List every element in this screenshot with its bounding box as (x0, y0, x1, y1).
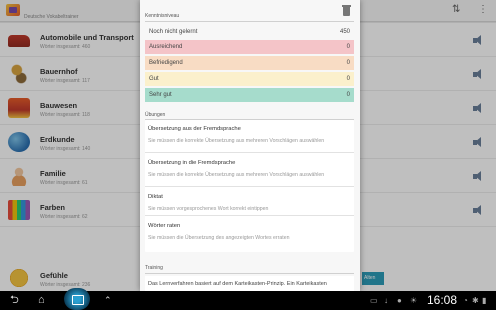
battery-icon: ▮ (482, 296, 487, 305)
home-icon[interactable]: ⌂ (38, 294, 45, 306)
level-row-very-good[interactable]: Sehr gut 0 (145, 88, 354, 102)
knowledge-level-header: Kenntnisniveau (145, 13, 180, 19)
clock[interactable]: 16:08 (427, 293, 457, 307)
level-count: 450 (339, 29, 350, 35)
level-label: Sehr gut (149, 92, 172, 98)
brightness-icon[interactable]: ☀ (410, 296, 417, 305)
exercise-description: Sie müssen die korrekte Übersetzung aus … (148, 138, 325, 144)
level-row-satisfactory[interactable]: Befriedigend 0 (145, 56, 354, 70)
system-navigation-bar: ⮌ ⌂ ⌃ ▭ ↓ ● ☀ 16:08 ◔ ✱ ▮ (0, 288, 496, 310)
download-icon[interactable]: ↓ (384, 296, 388, 305)
divider (145, 21, 354, 22)
exercise-guess-words[interactable]: Wörter raten Sie müssen die Übersetzung … (145, 217, 354, 245)
level-row-sufficient[interactable]: Ausreichend 0 (145, 40, 354, 54)
exercise-title: Wörter raten (148, 223, 181, 229)
back-icon[interactable]: ⮌ (10, 294, 19, 306)
trash-icon[interactable] (342, 5, 351, 16)
exercises-card: Übersetzung aus der Fremdsprache Sie müs… (145, 120, 354, 252)
level-count: 0 (346, 44, 350, 50)
wifi-icon: ◔ (463, 296, 468, 305)
exercise-dictation[interactable]: Diktat Sie müssen vorgesprochenes Wort k… (145, 188, 354, 216)
exercise-from-foreign[interactable]: Übersetzung aus der Fremdsprache Sie müs… (145, 120, 354, 153)
category-details-dialog: Kenntnisniveau Noch nicht gelernt 450 Au… (140, 0, 360, 291)
divider (145, 273, 354, 274)
exercise-title: Übersetzung in die Fremdsprache (148, 160, 236, 166)
menu-icon[interactable]: ⌃ (104, 294, 112, 306)
level-count: 0 (346, 76, 350, 82)
tablet-icon[interactable]: ▭ (370, 296, 378, 305)
training-description: Das Lernverfahren basiert auf dem Kartei… (145, 276, 354, 291)
level-label: Befriedigend (149, 60, 183, 66)
android-icon[interactable]: ● (397, 296, 402, 305)
level-label: Ausreichend (149, 44, 183, 50)
bluetooth-icon: ✱ (472, 296, 479, 305)
exercise-title: Diktat (148, 194, 163, 200)
level-label: Gut (149, 76, 159, 82)
exercise-description: Sie müssen die Übersetzung des angezeigt… (148, 235, 290, 241)
level-count: 0 (346, 60, 350, 66)
level-count: 0 (346, 92, 350, 98)
exercise-description: Sie müssen die korrekte Übersetzung aus … (148, 172, 325, 178)
exercise-description: Sie müssen vorgesprochenes Wort korrekt … (148, 206, 269, 212)
level-row-good[interactable]: Gut 0 (145, 72, 354, 86)
exercise-to-foreign[interactable]: Übersetzung in die Fremdsprache Sie müss… (145, 154, 354, 187)
recent-apps-icon[interactable] (64, 288, 90, 310)
level-label: Noch nicht gelernt (149, 29, 198, 35)
exercises-header: Übungen (145, 112, 166, 118)
training-header: Training (145, 265, 163, 271)
exercise-title: Übersetzung aus der Fremdsprache (148, 126, 241, 132)
level-row-not-learned[interactable]: Noch nicht gelernt 450 (145, 25, 354, 39)
